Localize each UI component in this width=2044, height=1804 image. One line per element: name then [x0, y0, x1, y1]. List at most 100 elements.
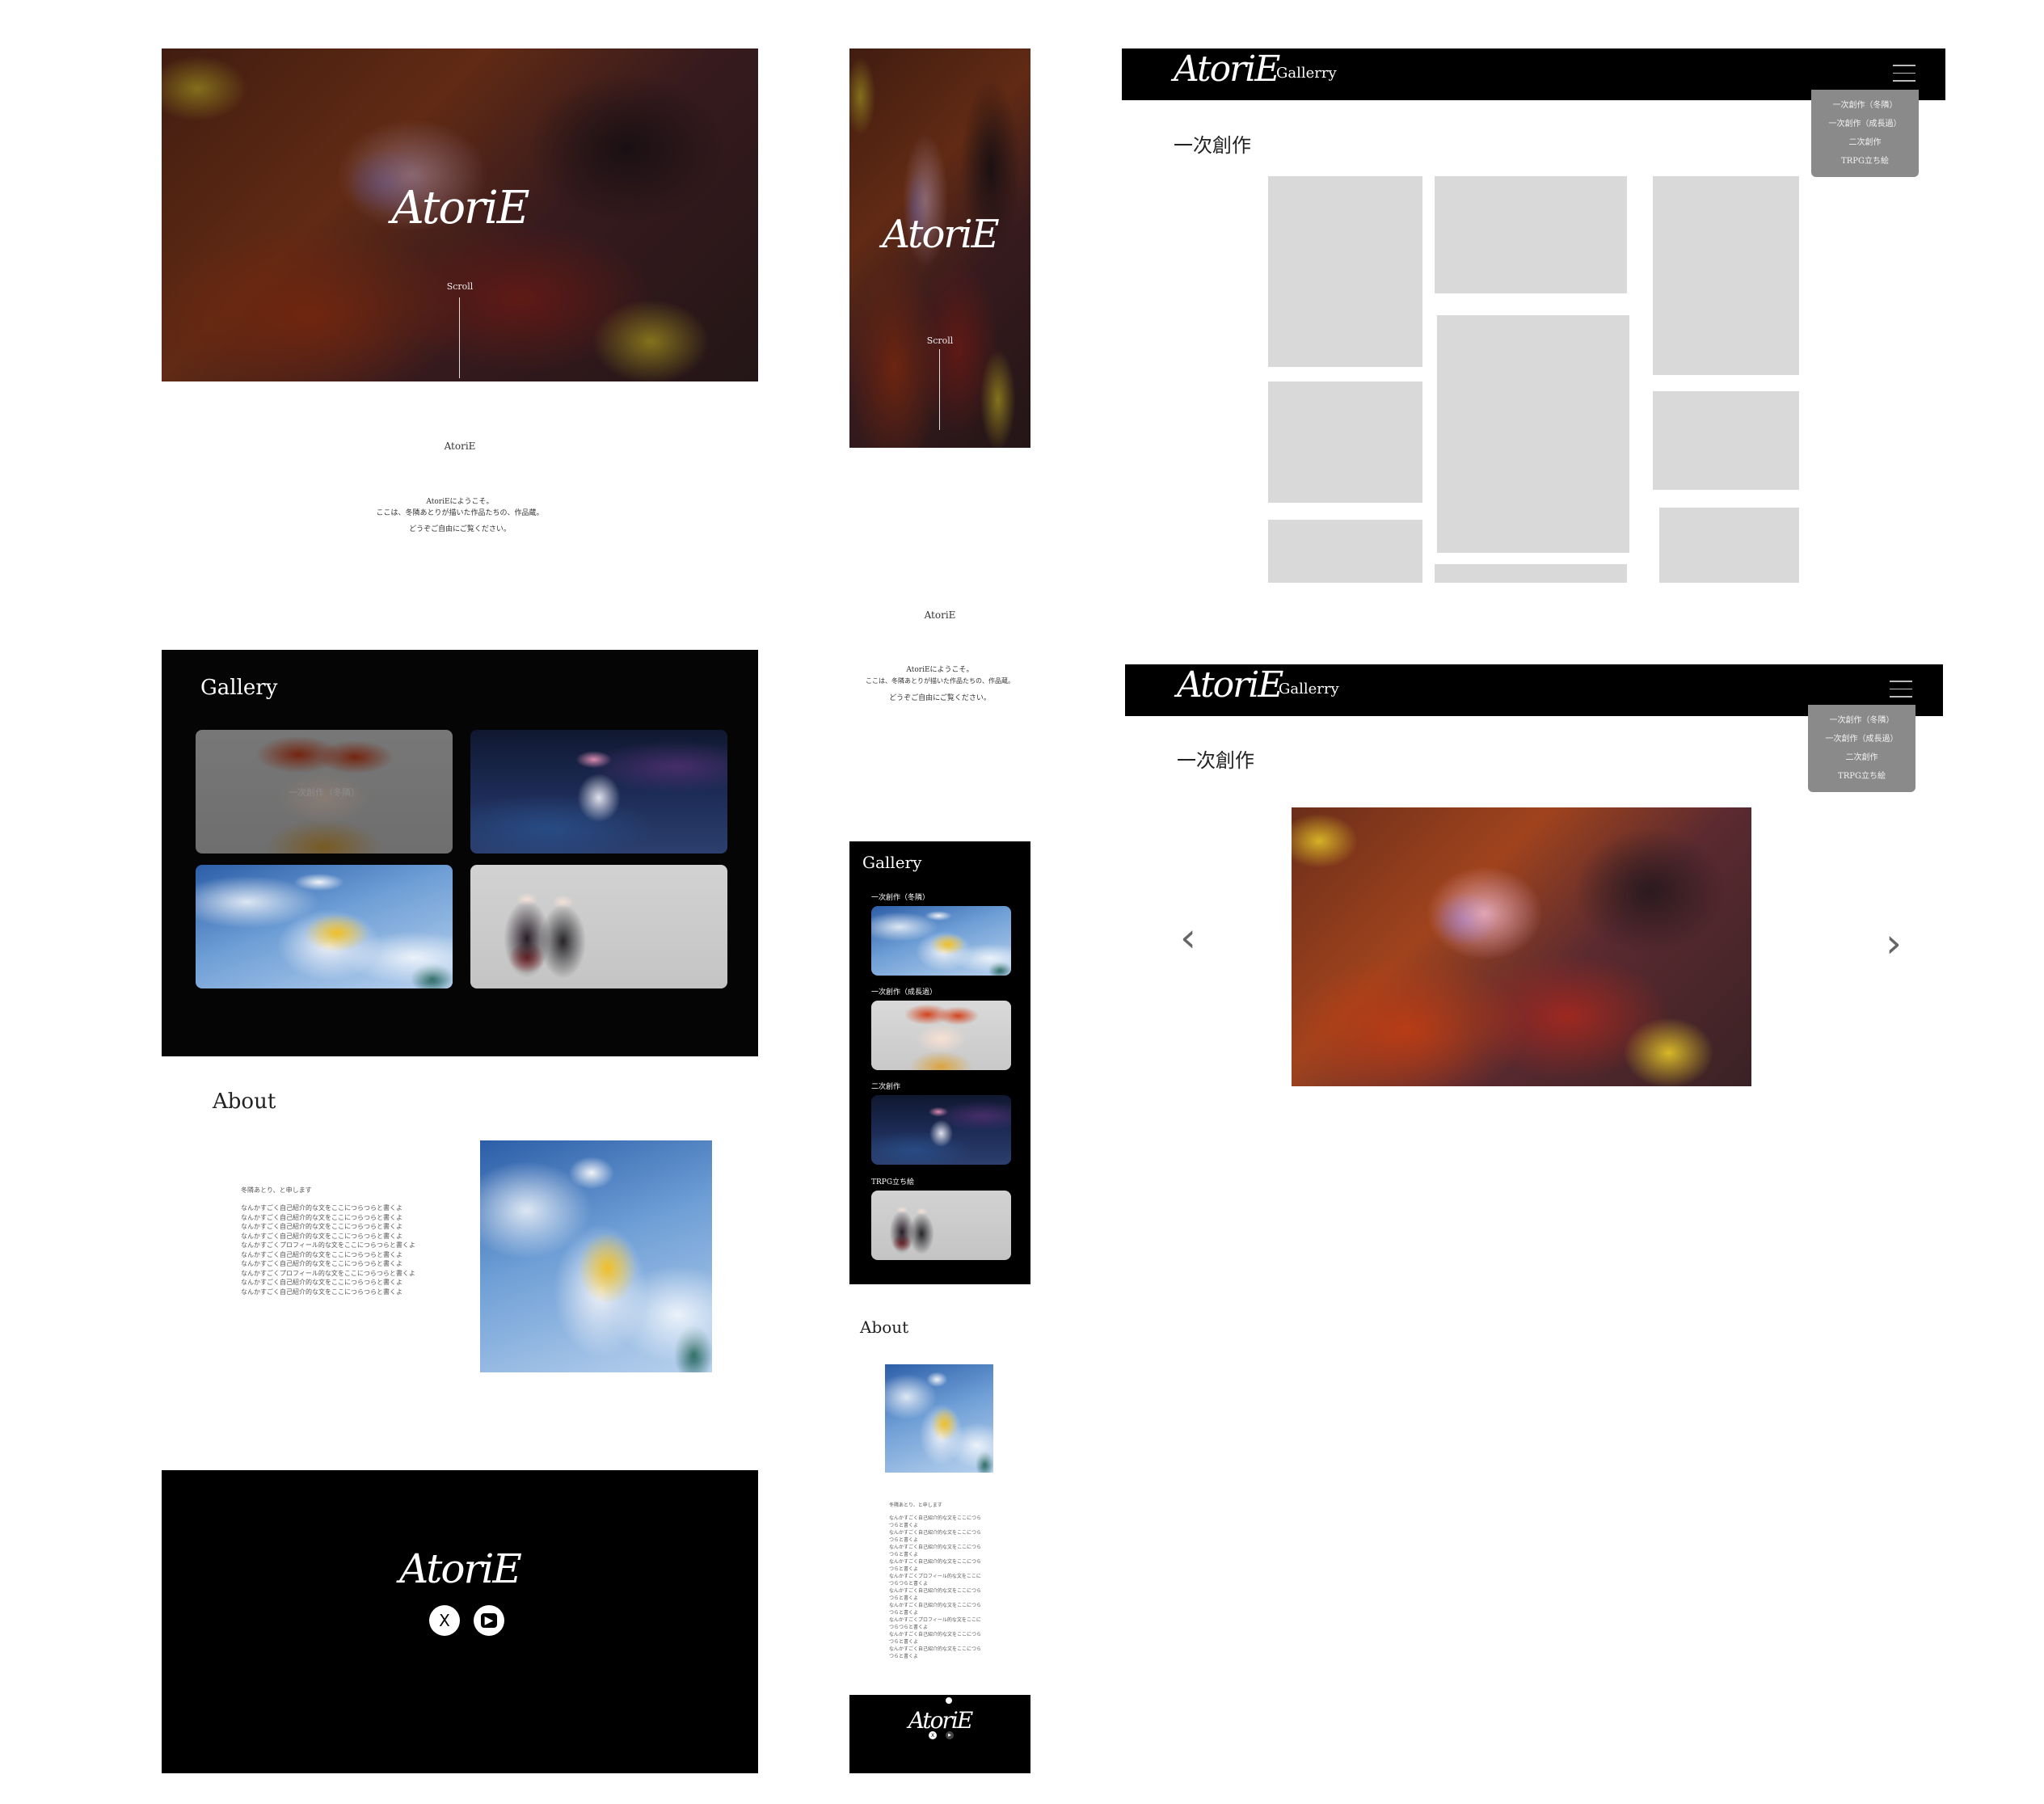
- x-icon: X: [439, 1611, 450, 1630]
- mobile-x-link[interactable]: X: [929, 1731, 937, 1739]
- about-line: つらと書くよ: [889, 1595, 919, 1601]
- about-line: なんかすごく自己紹介的な文をここにつら: [889, 1603, 982, 1608]
- desktop-scroll-label[interactable]: Scroll: [162, 281, 758, 292]
- viewer-section-title: 一次創作: [1177, 749, 1254, 772]
- grid-menu-item-3[interactable]: 二次創作: [1811, 133, 1919, 152]
- grid-placeholder[interactable]: [1435, 176, 1627, 293]
- x-icon: X: [930, 1732, 935, 1739]
- about-line: なんかすごく自己紹介的な文をここにつら: [889, 1515, 982, 1521]
- about-line: つらと書くよ: [889, 1610, 919, 1616]
- about-line: なんかすごく自己紹介的な文をここにつら: [889, 1588, 982, 1594]
- mobile-scroll-label[interactable]: Scroll: [849, 335, 1030, 346]
- mobile-intro-line2: ここは、冬隣あとりが描いた作品たちの、作品蔵。: [866, 677, 1014, 685]
- about-line: つらと書くよ: [889, 1523, 919, 1528]
- mobile-intro-line3: どうぞご自由にご覧ください。: [889, 694, 991, 702]
- grid-dropdown-menu: 一次創作（冬隣） 一次創作（成長過） 二次創作 TRPG立ち絵: [1811, 90, 1919, 177]
- mobile-intro-line1: AtoriEにようこそ。: [906, 666, 974, 674]
- desktop-gallery-tile-2[interactable]: [470, 730, 727, 854]
- mobile-gallery-tile-2[interactable]: [871, 1001, 1011, 1070]
- grid-placeholder[interactable]: [1268, 520, 1422, 583]
- youtube-icon: ▶: [480, 1613, 498, 1628]
- menu-icon-bar: [1893, 72, 1915, 74]
- desktop-site-name: AtoriE: [444, 440, 476, 452]
- about-line: つらと書くよ: [889, 1537, 919, 1543]
- grid-placeholder[interactable]: [1653, 176, 1799, 375]
- mobile-hero-logo: AtoriE: [882, 212, 999, 257]
- desktop-intro-line1: AtoriEにようこそ。: [426, 498, 494, 506]
- viewer-topbar-title: Gallerry: [1279, 681, 1339, 698]
- about-line: つらつらと書くよ: [889, 1581, 929, 1587]
- about-line: なんかすごく自己紹介的な文をここにつら: [889, 1632, 982, 1638]
- about-line: なんかすごく自己紹介的な文をここにつらつらと書くよ: [241, 1213, 402, 1221]
- grid-menu-icon[interactable]: [1893, 65, 1915, 88]
- desktop-about-heading: About: [213, 1090, 276, 1114]
- desktop-gallery-tile-4[interactable]: [470, 865, 727, 988]
- about-line: なんかすごくプロフィール的な文をここにつらつらと書くよ: [241, 1269, 415, 1277]
- grid-placeholder[interactable]: [1268, 381, 1422, 503]
- desktop-x-link[interactable]: X: [429, 1605, 460, 1636]
- grid-topbar-logo[interactable]: AtoriE: [1174, 48, 1280, 90]
- viewer-topbar-logo[interactable]: AtoriE: [1177, 664, 1283, 706]
- viewer-menu-item-2[interactable]: 一次創作（成長過）: [1808, 730, 1915, 748]
- viewer-next-arrow[interactable]: ›: [1886, 923, 1902, 963]
- menu-icon-bar: [1890, 696, 1912, 698]
- mobile-gallery-label-4: TRPG立ち絵: [871, 1178, 915, 1187]
- viewer-prev-arrow[interactable]: ‹: [1180, 917, 1196, 958]
- grid-placeholder[interactable]: [1268, 176, 1422, 367]
- desktop-intro-line3: どうぞご自由にご覧ください。: [409, 525, 511, 533]
- desktop-about-text: なんかすごく自己紹介的な文をここにつらつらと書くよ なんかすごく自己紹介的な文を…: [241, 1203, 427, 1296]
- viewer-dropdown-menu: 一次創作（冬隣） 一次創作（成長過） 二次創作 TRPG立ち絵: [1808, 705, 1915, 792]
- about-line: なんかすごく自己紹介的な文をここにつらつらと書くよ: [241, 1223, 402, 1230]
- viewer-menu-item-4[interactable]: TRPG立ち絵: [1808, 767, 1915, 786]
- about-line: なんかすごくプロフィール的な文をここに: [889, 1574, 981, 1579]
- desktop-hero-logo: AtoriE: [391, 182, 529, 234]
- desktop-gallery-tile-1[interactable]: 一次創作（冬隣）: [196, 730, 453, 854]
- about-line: なんかすごく自己紹介的な文をここにつらつらと書くよ: [241, 1250, 402, 1258]
- mobile-about-greeting: 冬隣あとり、と申します: [889, 1503, 942, 1508]
- mobile-about-image: [885, 1364, 993, 1473]
- about-line: なんかすごくプロフィール的な文をここにつらつらと書くよ: [241, 1241, 415, 1249]
- about-line: つらと書くよ: [889, 1566, 919, 1572]
- about-line: なんかすごく自己紹介的な文をここにつらつらと書くよ: [241, 1288, 402, 1296]
- menu-icon-bar: [1890, 688, 1912, 689]
- mobile-footer-logo: AtoriE: [908, 1707, 974, 1734]
- about-line: なんかすごく自己紹介的な文をここにつら: [889, 1545, 982, 1550]
- mobile-gallery-tile-3[interactable]: [871, 1095, 1011, 1165]
- mobile-footer-dot: [946, 1697, 952, 1704]
- mobile-gallery-tile-4[interactable]: [871, 1191, 1011, 1260]
- about-line: なんかすごく自己紹介的な文をここにつら: [889, 1646, 982, 1652]
- desktop-youtube-link[interactable]: ▶: [474, 1605, 504, 1636]
- about-line: なんかすごく自己紹介的な文をここにつらつらと書くよ: [241, 1204, 402, 1212]
- menu-icon-bar: [1893, 80, 1915, 82]
- mobile-gallery-heading: Gallery: [862, 853, 922, 872]
- grid-menu-item-1[interactable]: 一次創作（冬隣）: [1811, 96, 1919, 115]
- mobile-site-name: AtoriE: [924, 609, 956, 621]
- about-line: なんかすごく自己紹介的な文をここにつらつらと書くよ: [241, 1232, 402, 1240]
- grid-menu-item-4[interactable]: TRPG立ち絵: [1811, 152, 1919, 171]
- grid-placeholder[interactable]: [1435, 564, 1627, 583]
- desktop-footer-logo: AtoriE: [399, 1545, 522, 1592]
- about-line: なんかすごくプロフィール的な文をここに: [889, 1617, 981, 1623]
- about-line: つらつらと書くよ: [889, 1625, 929, 1630]
- grid-placeholder[interactable]: [1653, 391, 1799, 490]
- about-line: なんかすごく自己紹介的な文をここにつらつらと書くよ: [241, 1260, 402, 1267]
- desktop-intro-line2: ここは、冬隣あとりが描いた作品たちの、作品蔵。: [376, 509, 544, 517]
- mobile-gallery-label-2: 一次創作（成長過）: [871, 988, 938, 997]
- desktop-gallery-tile-3[interactable]: [196, 865, 453, 988]
- mobile-scroll-line: [939, 349, 940, 430]
- mobile-gallery-tile-1[interactable]: [871, 906, 1011, 976]
- desktop-scroll-line: [459, 297, 460, 378]
- viewer-menu-icon[interactable]: [1890, 681, 1912, 704]
- viewer-menu-item-3[interactable]: 二次創作: [1808, 748, 1915, 767]
- about-line: つらと書くよ: [889, 1654, 919, 1659]
- desktop-gallery-tile-caption: 一次創作（冬隣）: [289, 786, 360, 798]
- mobile-youtube-link[interactable]: ▶: [946, 1731, 954, 1739]
- grid-placeholder[interactable]: [1659, 508, 1799, 583]
- viewer-menu-item-1[interactable]: 一次創作（冬隣）: [1808, 711, 1915, 730]
- about-line: なんかすごく自己紹介的な文をここにつら: [889, 1530, 982, 1536]
- about-line: なんかすごく自己紹介的な文をここにつらつらと書くよ: [241, 1279, 402, 1286]
- grid-menu-item-2[interactable]: 一次創作（成長過）: [1811, 115, 1919, 133]
- about-line: つらと書くよ: [889, 1552, 919, 1557]
- grid-section-title: 一次創作: [1174, 134, 1251, 157]
- grid-placeholder[interactable]: [1437, 315, 1629, 553]
